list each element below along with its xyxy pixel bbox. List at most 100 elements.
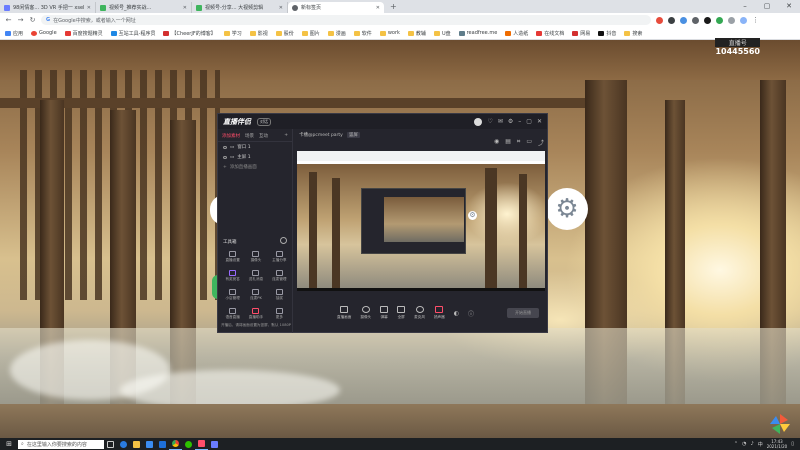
maximize-icon[interactable]: ▢	[526, 118, 532, 125]
bookmark-folder[interactable]: 图片	[301, 30, 320, 37]
close-tab-icon[interactable]: ✕	[183, 5, 187, 11]
network-icon[interactable]: ◔	[742, 441, 746, 447]
tool-camera[interactable]: 摄像头	[244, 251, 267, 263]
extension-icon[interactable]	[692, 16, 699, 24]
close-tab-icon[interactable]: ✕	[376, 5, 380, 11]
extension-icon[interactable]	[668, 16, 675, 24]
ctrl-live-screen[interactable]: 直播画面	[337, 306, 351, 320]
bookmark-folder[interactable]: work	[379, 30, 400, 36]
mail-icon[interactable]	[156, 438, 169, 450]
explorer-icon[interactable]	[130, 438, 143, 450]
tool-gift-messages[interactable]: 送礼消息	[244, 270, 267, 282]
extension-icon[interactable]	[680, 16, 687, 24]
edge-icon[interactable]	[117, 438, 130, 450]
chevron-up-icon[interactable]: ⌃	[734, 441, 738, 447]
clock[interactable]: 17:43 2021/1/20	[767, 439, 788, 449]
close-tab-icon[interactable]: ✕	[87, 5, 91, 11]
bookmark-item[interactable]: 应用	[5, 30, 23, 37]
close-icon[interactable]: ✕	[537, 118, 542, 125]
bookmark-folder[interactable]: 教辅	[407, 30, 426, 37]
tool-co-host[interactable]: 连麦管理	[268, 270, 291, 282]
more-circle-icon[interactable]	[280, 237, 287, 244]
tool-lottery[interactable]: 抽奖	[268, 289, 291, 301]
close-tab-icon[interactable]: ✕	[279, 5, 283, 11]
gear-icon[interactable]: ⚙	[546, 188, 588, 230]
bookmark-folder[interactable]: 搜索	[624, 30, 642, 37]
chrome-icon[interactable]	[169, 438, 182, 450]
eye-icon[interactable]	[223, 155, 227, 159]
tool-assistant[interactable]: 直播助手	[244, 308, 267, 320]
close-window-icon[interactable]: ✕	[778, 0, 800, 13]
profile-avatar-icon[interactable]	[740, 16, 747, 24]
bookmark-folder[interactable]: 股份	[275, 30, 294, 37]
tab-add-source[interactable]: 添加素材	[222, 133, 240, 139]
live-preview[interactable]: ⚙	[297, 151, 545, 291]
tool-live-settings[interactable]: 直播设置	[221, 251, 244, 263]
extension-icon[interactable]	[704, 16, 711, 24]
bookmark-item[interactable]: 互站工具-程序员	[110, 30, 155, 37]
scene-item[interactable]: ▭ 主屏 1	[218, 152, 292, 162]
maximize-icon[interactable]: ▢	[756, 0, 778, 13]
new-tab-button[interactable]: +	[384, 2, 403, 13]
tool-more[interactable]: 更多	[268, 308, 291, 320]
layers-icon[interactable]: ▤	[505, 138, 511, 147]
ctrl-danmaku[interactable]: 弹幕	[380, 306, 389, 320]
back-icon[interactable]: ←	[5, 16, 12, 24]
screen-icon[interactable]: ▭	[526, 138, 532, 147]
share-icon[interactable]: ⤴	[538, 138, 544, 147]
bookmark-item[interactable]: readfree.me	[458, 30, 497, 36]
browser-tab-active[interactable]: 新标签页 ✕	[288, 2, 384, 13]
bookmark-item[interactable]: 网易	[572, 30, 590, 37]
eye-icon[interactable]	[223, 145, 227, 149]
bookmark-item[interactable]: 抖音	[598, 30, 616, 37]
notification-icon[interactable]: ▯	[791, 441, 794, 447]
add-scene-item[interactable]: + 添加直播画面	[218, 162, 292, 172]
reload-icon[interactable]: ↻	[29, 16, 36, 24]
bookmark-folder[interactable]: 漫画	[327, 30, 346, 37]
extension-icon[interactable]	[716, 16, 723, 24]
address-bar[interactable]: G 在Google中搜索，或者输入一个网址	[41, 15, 651, 25]
avatar[interactable]	[474, 117, 483, 126]
volume-icon[interactable]: ◐	[454, 310, 459, 317]
tool-voice[interactable]: 语音直播	[221, 308, 244, 320]
record-icon[interactable]: ◉	[494, 138, 499, 147]
ime-icon[interactable]: 中	[758, 441, 763, 448]
bookmark-folder[interactable]: 影视	[249, 30, 268, 37]
bookmark-folder[interactable]: 学习	[223, 30, 242, 37]
bookmark-item[interactable]: 在线文档	[536, 30, 564, 37]
windows-start-icon[interactable]: ⊞	[0, 440, 18, 448]
add-icon[interactable]: +	[284, 133, 288, 139]
taskview-icon[interactable]	[104, 438, 117, 450]
ctrl-camera[interactable]: 摄像头	[360, 306, 371, 320]
tool-shop[interactable]: 小店管理	[221, 289, 244, 301]
browser-tab[interactable]: 视频号_推荐实战... ✕	[96, 2, 192, 13]
volume-icon[interactable]: ♪	[751, 441, 754, 447]
ctrl-microphone[interactable]: 麦克风	[414, 306, 425, 320]
info-icon[interactable]: ⓘ	[468, 309, 474, 318]
bookmark-item[interactable]: Google	[31, 30, 57, 36]
bookmark-folder[interactable]: U盘	[433, 30, 451, 37]
start-live-button[interactable]: 开始直播	[507, 308, 539, 318]
bookmark-item[interactable]: 人造纸	[505, 30, 528, 37]
bookmark-item[interactable]: 百度搜题精灵	[64, 30, 103, 37]
minimize-icon[interactable]: –	[518, 118, 521, 125]
taskbar-search[interactable]: ⌕ 在这里输入你要搜索的内容	[18, 439, 104, 449]
bookmark-item[interactable]: 【CheerJF的博客】	[163, 30, 216, 37]
tool-quiz[interactable]: 有奖竞答	[221, 270, 244, 282]
tool-share[interactable]: 主播分享	[268, 251, 291, 263]
menu-dots-icon[interactable]: ⋮	[752, 16, 759, 24]
forward-icon[interactable]: →	[17, 16, 24, 24]
bookmark-folder[interactable]: 软件	[353, 30, 372, 37]
app-icon[interactable]	[208, 438, 221, 450]
tab-interact[interactable]: 互动	[259, 133, 268, 139]
streaming-app-icon[interactable]	[195, 438, 208, 450]
crop-icon[interactable]: ⌗	[517, 138, 520, 147]
browser-tab[interactable]: 视频号-分享... 大视频剪辑 ✕	[192, 2, 288, 13]
shirt-icon[interactable]: ♡	[487, 118, 492, 125]
store-icon[interactable]	[143, 438, 156, 450]
mail-icon[interactable]: ✉	[498, 118, 503, 125]
extension-icon[interactable]	[656, 16, 663, 24]
minimize-icon[interactable]: –	[734, 0, 756, 13]
ctrl-fullscreen[interactable]: 全屏	[397, 306, 406, 320]
wechat-icon[interactable]	[182, 438, 195, 450]
